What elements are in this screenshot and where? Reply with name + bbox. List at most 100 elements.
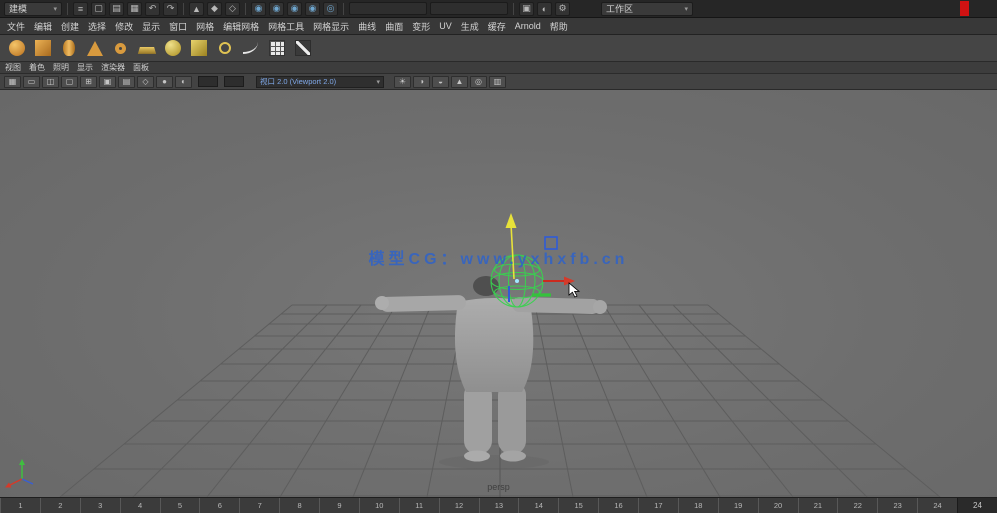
time-tick[interactable]: 8 bbox=[279, 498, 319, 513]
menu-item[interactable]: 帮助 bbox=[550, 20, 568, 33]
gate-mask-icon[interactable]: ▢ bbox=[61, 75, 78, 88]
translate-y-handle[interactable] bbox=[510, 223, 515, 280]
time-tick[interactable]: 20 bbox=[757, 498, 798, 513]
input-line-field[interactable] bbox=[430, 2, 508, 15]
time-tick[interactable]: 15 bbox=[558, 498, 598, 513]
shelf-button[interactable] bbox=[58, 38, 79, 59]
shelf-button[interactable] bbox=[110, 38, 131, 59]
shelf-button[interactable] bbox=[214, 38, 235, 59]
lighting-icon[interactable]: ☀ bbox=[394, 75, 411, 88]
translate-y-arrowhead[interactable] bbox=[505, 213, 517, 228]
time-tick[interactable]: 5 bbox=[159, 498, 200, 513]
safe-action-icon[interactable]: ▣ bbox=[99, 75, 116, 88]
shaded-icon[interactable]: ● bbox=[156, 75, 173, 88]
shelf-button[interactable] bbox=[162, 38, 183, 59]
render-view-icon[interactable]: ▣ bbox=[519, 1, 534, 16]
menu-item[interactable]: 窗口 bbox=[169, 20, 187, 33]
time-tick[interactable]: 16 bbox=[598, 498, 638, 513]
manipulator-center[interactable] bbox=[515, 279, 519, 283]
time-ticks[interactable]: 1 2 3 4 5 6 7 8 9 10 11 12 13 14 15 16 17 18 19 20 21 22 23 24 bbox=[0, 498, 957, 513]
open-scene-icon[interactable]: ▤ bbox=[109, 1, 124, 16]
snap-to-plane-icon[interactable]: ◉ bbox=[305, 1, 320, 16]
shelf-button[interactable] bbox=[6, 38, 27, 59]
film-gate-icon[interactable]: ▭ bbox=[23, 75, 40, 88]
character-mesh[interactable] bbox=[375, 276, 607, 469]
menu-item[interactable]: 变形 bbox=[412, 20, 430, 33]
symmetry-dropdown[interactable] bbox=[349, 2, 427, 15]
panel-menu-item[interactable]: 渲染器 bbox=[101, 62, 125, 73]
grid-toggle-icon[interactable]: ▦ bbox=[4, 75, 21, 88]
anti-alias-icon[interactable]: ▲ bbox=[451, 75, 468, 88]
exposure-field[interactable] bbox=[198, 76, 218, 87]
menu-item[interactable]: 缓存 bbox=[488, 20, 506, 33]
wireframe-icon[interactable]: ◇ bbox=[137, 75, 154, 88]
redo-icon[interactable]: ↷ bbox=[163, 1, 178, 16]
panel-menu-item[interactable]: 视图 bbox=[5, 62, 21, 73]
time-tick[interactable]: 4 bbox=[119, 498, 160, 513]
panel-menu-item[interactable]: 显示 bbox=[77, 62, 93, 73]
move-manipulator[interactable] bbox=[505, 213, 576, 302]
time-tick[interactable]: 23 bbox=[877, 498, 917, 513]
select-object-icon[interactable]: ◆ bbox=[207, 1, 222, 16]
screen-space-ao-icon[interactable]: ◒ bbox=[432, 75, 449, 88]
perspective-viewport[interactable]: 模型CG：www.yxhxfb.cn persp bbox=[0, 90, 997, 497]
snap-to-grid-icon[interactable]: ◉ bbox=[251, 1, 266, 16]
xray-icon[interactable]: ▥ bbox=[489, 75, 506, 88]
panel-menu-item[interactable]: 照明 bbox=[53, 62, 69, 73]
time-tick[interactable]: 18 bbox=[677, 498, 718, 513]
save-scene-icon[interactable]: ▦ bbox=[127, 1, 142, 16]
panel-menu-item[interactable]: 着色 bbox=[29, 62, 45, 73]
select-component-icon[interactable]: ◇ bbox=[225, 1, 240, 16]
menu-set-dropdown[interactable]: 建模 ▾ bbox=[4, 1, 62, 16]
ipr-render-icon[interactable]: ◐ bbox=[537, 1, 552, 16]
time-tick[interactable]: 13 bbox=[478, 498, 519, 513]
time-slider[interactable]: 1 2 3 4 5 6 7 8 9 10 11 12 13 14 15 16 17 18 19 20 21 22 23 24 … bbox=[0, 497, 997, 513]
time-tick[interactable]: 2 bbox=[39, 498, 80, 513]
menu-item[interactable]: 网格显示 bbox=[313, 20, 349, 33]
gamma-field[interactable] bbox=[224, 76, 244, 87]
menu-item[interactable]: 文件 bbox=[7, 20, 25, 33]
end-frame-field[interactable]: 24 bbox=[957, 498, 997, 513]
safe-title-icon[interactable]: ▤ bbox=[118, 75, 135, 88]
snap-to-curve-icon[interactable]: ◉ bbox=[269, 1, 284, 16]
undo-icon[interactable]: ↶ bbox=[145, 1, 160, 16]
make-live-icon[interactable]: ◎ bbox=[323, 1, 338, 16]
workspace-dropdown[interactable]: 工作区 ▾ bbox=[601, 1, 693, 16]
textured-icon[interactable]: ◐ bbox=[175, 75, 192, 88]
snap-to-point-icon[interactable]: ◉ bbox=[287, 1, 302, 16]
time-tick[interactable]: 3 bbox=[79, 498, 120, 513]
select-hierarchy-icon[interactable]: ▲ bbox=[189, 1, 204, 16]
shadows-icon[interactable]: ◑ bbox=[413, 75, 430, 88]
menu-item[interactable]: 曲面 bbox=[385, 20, 403, 33]
time-tick[interactable]: 17 bbox=[638, 498, 678, 513]
menu-item[interactable]: 网格工具 bbox=[268, 20, 304, 33]
time-tick[interactable]: 22 bbox=[837, 498, 877, 513]
renderer-dropdown[interactable]: 视口 2.0 (Viewport 2.0) ▾ bbox=[256, 75, 384, 88]
time-tick[interactable]: 11 bbox=[398, 498, 439, 513]
shelf-button[interactable] bbox=[84, 38, 105, 59]
time-tick[interactable]: 6 bbox=[199, 498, 239, 513]
menu-item[interactable]: 创建 bbox=[61, 20, 79, 33]
shelf-button[interactable] bbox=[32, 38, 53, 59]
shelf-button[interactable] bbox=[136, 38, 157, 59]
menu-item[interactable]: 生成 bbox=[461, 20, 479, 33]
menu-item[interactable]: 显示 bbox=[142, 20, 160, 33]
resolution-gate-icon[interactable]: ◫ bbox=[42, 75, 59, 88]
menu-item[interactable]: 曲线 bbox=[358, 20, 376, 33]
time-tick[interactable]: 7 bbox=[239, 498, 279, 513]
shelf-button[interactable] bbox=[188, 38, 209, 59]
menu-item[interactable]: UV bbox=[439, 21, 452, 31]
time-tick[interactable]: 21 bbox=[797, 498, 838, 513]
menu-item[interactable]: 选择 bbox=[88, 20, 106, 33]
shelf-button[interactable] bbox=[240, 38, 261, 59]
menu-item[interactable]: 编辑网格 bbox=[223, 20, 259, 33]
panel-menu-item[interactable]: 面板 bbox=[133, 62, 149, 73]
time-tick[interactable]: 24 bbox=[917, 498, 957, 513]
time-tick[interactable]: 19 bbox=[717, 498, 758, 513]
render-settings-icon[interactable]: ⚙ bbox=[555, 1, 570, 16]
time-tick[interactable]: 1 bbox=[0, 498, 40, 513]
menu-item[interactable]: 修改 bbox=[115, 20, 133, 33]
time-tick[interactable]: 12 bbox=[438, 498, 479, 513]
menu-item[interactable]: Arnold bbox=[515, 21, 541, 31]
hamburger-menu-icon[interactable]: ≡ bbox=[73, 1, 88, 16]
